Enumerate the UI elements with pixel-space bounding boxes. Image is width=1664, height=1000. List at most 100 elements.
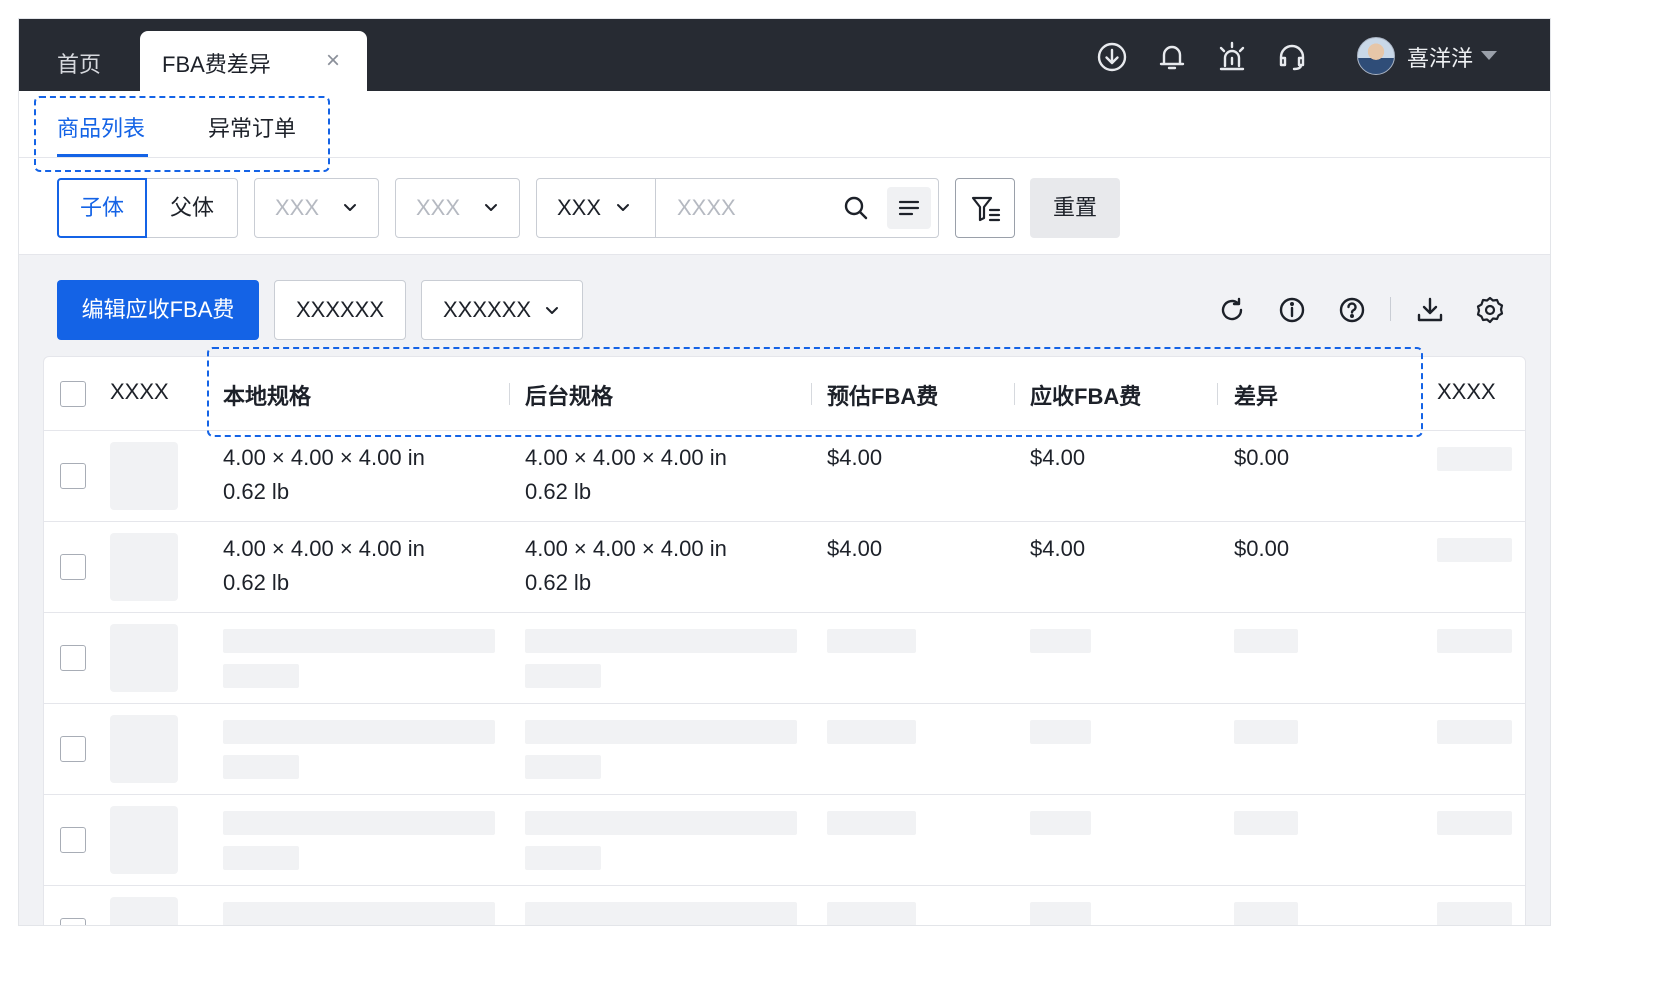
download-icon[interactable] [1415, 295, 1445, 325]
select-all-checkbox[interactable] [60, 381, 86, 407]
settings-icon[interactable] [1475, 295, 1505, 325]
skeleton-row [44, 886, 1525, 925]
filter-select-2-value: XXX [416, 195, 461, 220]
help-icon[interactable] [1337, 295, 1367, 325]
tab-home[interactable]: 首页 [57, 47, 101, 79]
filter-area: 商品列表 异常订单 子体 父体 XXX XXX XXX XXXX 重置 [19, 91, 1550, 255]
skeleton-row [44, 704, 1525, 795]
skeleton-cell [223, 664, 299, 688]
toggle-parent[interactable]: 父体 [146, 178, 238, 238]
info-icon[interactable] [1277, 295, 1307, 325]
bell-icon[interactable] [1156, 41, 1188, 73]
advanced-filter-button[interactable] [955, 178, 1015, 238]
close-tab-icon[interactable]: × [326, 47, 340, 75]
filter-icon [971, 196, 1001, 222]
skeleton-cell [827, 720, 916, 744]
username[interactable]: 喜洋洋 [1407, 41, 1473, 73]
table-row[interactable]: 4.00 × 4.00 × 4.00 in 0.62 lb 4.00 × 4.0… [44, 431, 1525, 522]
skeleton-cell [1030, 720, 1091, 744]
row-checkbox[interactable] [60, 554, 86, 580]
chevron-down-icon[interactable] [615, 199, 631, 215]
skeleton-cell [525, 846, 601, 870]
skeleton-cell [827, 629, 916, 653]
row-checkbox[interactable] [60, 827, 86, 853]
filter-select-2[interactable]: XXX [395, 178, 520, 238]
estimated-fba-fee: $4.00 [827, 445, 883, 470]
filter-select-1[interactable]: XXX [254, 178, 379, 238]
estimated-fba-fee: $4.00 [827, 536, 883, 561]
toolbar-button[interactable]: XXXXXX [274, 280, 406, 340]
tab-fba-diff[interactable]: FBA费差异 × [140, 31, 367, 93]
skeleton-cell [1234, 811, 1298, 835]
toggle-child[interactable]: 子体 [57, 178, 147, 238]
local-dimensions: 4.00 × 4.00 × 4.00 in [223, 445, 425, 470]
chevron-down-icon [344, 204, 356, 211]
headset-icon[interactable] [1276, 41, 1308, 73]
highlight-box-columns [207, 347, 1423, 437]
skeleton-cell [827, 902, 916, 925]
skeleton-cell [1234, 720, 1298, 744]
skeleton-cell [827, 811, 916, 835]
skeleton-cell [223, 629, 495, 653]
row-checkbox[interactable] [60, 645, 86, 671]
reset-button[interactable]: 重置 [1030, 178, 1120, 238]
backend-dimensions: 4.00 × 4.00 × 4.00 in [525, 445, 727, 470]
receivable-fba-fee: $4.00 [1030, 536, 1086, 561]
search-input[interactable]: XXXX [677, 195, 736, 221]
skeleton-cell [1437, 902, 1512, 925]
receivable-fba-fee: $4.00 [1030, 445, 1086, 470]
product-thumbnail [110, 897, 178, 925]
skeleton-cell [1437, 538, 1512, 562]
table-row[interactable]: 4.00 × 4.00 × 4.00 in 0.62 lb 4.00 × 4.0… [44, 522, 1525, 613]
skeleton-cell [223, 811, 495, 835]
skeleton-cell [223, 755, 299, 779]
toolbar-dropdown-label: XXXXXX [443, 297, 532, 322]
row-checkbox[interactable] [60, 463, 86, 489]
batch-search-button[interactable] [887, 187, 931, 229]
skeleton-cell [1437, 447, 1512, 471]
backend-dimensions: 4.00 × 4.00 × 4.00 in [525, 536, 727, 561]
alarm-light-icon[interactable] [1216, 41, 1248, 73]
skeleton-cell [1030, 811, 1091, 835]
chevron-down-icon [485, 204, 497, 211]
skeleton-cell [223, 902, 495, 925]
avatar[interactable] [1357, 37, 1395, 75]
highlight-box-subtabs [34, 96, 330, 172]
download-circle-icon[interactable] [1096, 41, 1128, 73]
filter-select-1-value: XXX [275, 195, 320, 220]
toolbar-dropdown[interactable]: XXXXXX [421, 280, 583, 340]
row-checkbox[interactable] [60, 918, 86, 925]
skeleton-cell [223, 846, 299, 870]
list-icon [898, 200, 920, 216]
skeleton-cell [1234, 629, 1298, 653]
top-bar: 首页 FBA费差异 × 喜洋洋 [19, 19, 1550, 93]
search-icon[interactable] [842, 194, 870, 222]
toolbar-divider [1390, 297, 1391, 321]
column-header: XXXX [110, 379, 169, 404]
skeleton-row [44, 795, 1525, 886]
combo-divider [655, 179, 656, 237]
skeleton-cell [525, 720, 797, 744]
skeleton-cell [525, 664, 601, 688]
row-checkbox[interactable] [60, 736, 86, 762]
column-header: XXXX [1437, 379, 1496, 404]
skeleton-cell [525, 755, 601, 779]
chevron-down-icon[interactable] [1481, 51, 1497, 60]
local-weight: 0.62 lb [223, 570, 290, 595]
skeleton-cell [1437, 629, 1512, 653]
refresh-icon[interactable] [1217, 295, 1247, 325]
local-dimensions: 4.00 × 4.00 × 4.00 in [223, 536, 425, 561]
backend-weight: 0.62 lb [525, 570, 592, 595]
search-type-select[interactable]: XXX [557, 195, 601, 221]
backend-weight: 0.62 lb [525, 479, 592, 504]
skeleton-row [44, 613, 1525, 704]
edit-receivable-fba-button[interactable]: 编辑应收FBA费 [57, 280, 259, 340]
skeleton-cell [1437, 720, 1512, 744]
skeleton-cell [1030, 902, 1091, 925]
app-window: 首页 FBA费差异 × 喜洋洋 商品列表 异常订单 子体 父体 XXX XXX … [18, 18, 1551, 926]
product-thumbnail [110, 806, 178, 874]
skeleton-cell [525, 629, 797, 653]
skeleton-cell [525, 811, 797, 835]
product-thumbnail [110, 442, 178, 510]
product-thumbnail [110, 715, 178, 783]
